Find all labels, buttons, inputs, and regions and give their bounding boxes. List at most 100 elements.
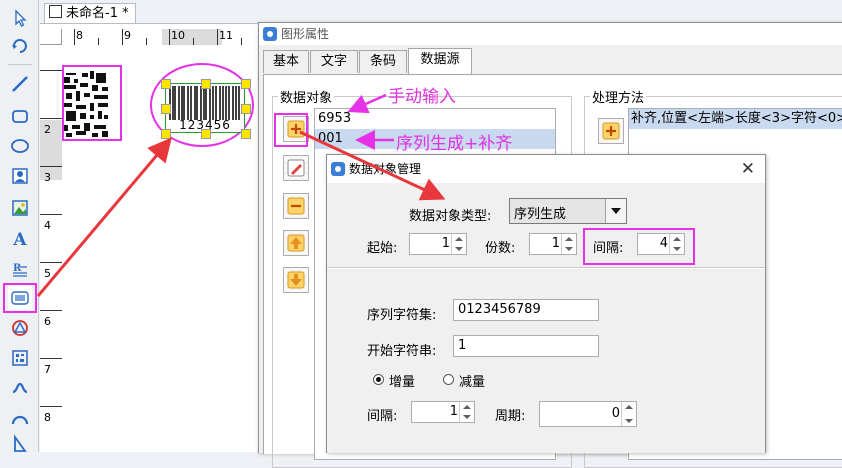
barcode-bars xyxy=(169,86,240,120)
arrow-up-icon xyxy=(287,234,305,252)
charset-label: 序列字符集: xyxy=(367,308,437,323)
vertical-ruler: 2 3 4 5 6 7 8 xyxy=(40,45,63,452)
start-spinner[interactable]: 1 xyxy=(409,233,467,255)
ruler-left-label: 3 xyxy=(44,171,51,184)
ruler-top-label: 11 xyxy=(219,29,233,42)
text-tool-icon[interactable]: A xyxy=(8,228,32,252)
line-tool-icon[interactable] xyxy=(8,72,32,96)
document-icon xyxy=(49,5,62,18)
copies-label: 份数: xyxy=(485,241,516,256)
chevron-down-icon[interactable] xyxy=(605,199,626,223)
selection-handle[interactable] xyxy=(201,129,211,139)
annotation-sequence-pad: 序列生成+补齐 xyxy=(396,134,513,154)
selection-handle[interactable] xyxy=(201,79,211,89)
selection-handle[interactable] xyxy=(241,79,251,89)
add-processing-button[interactable] xyxy=(598,118,624,144)
add-icon xyxy=(602,122,620,140)
ruler-left-label: 6 xyxy=(44,315,51,328)
select-pointer-icon[interactable] xyxy=(8,6,32,30)
qrcode-image xyxy=(64,71,110,137)
charset-input[interactable]: 0123456789 xyxy=(453,299,599,321)
picture-tool-icon[interactable] xyxy=(8,196,32,220)
manager-titlebar: 数据对象管理 ✕ xyxy=(327,155,765,183)
rectangle-tool-icon[interactable] xyxy=(8,104,32,128)
start-string-label: 开始字符串: xyxy=(367,344,437,359)
qrcode-object[interactable] xyxy=(62,65,122,141)
step-value: 1 xyxy=(449,404,458,419)
annotation-manual-input: 手动输入 xyxy=(388,87,456,107)
list-item-selected[interactable]: 补齐,位置<左端>长度<3>字符<0> xyxy=(629,109,842,129)
cycle-label: 周期: xyxy=(495,409,526,424)
start-string-input[interactable]: 1 xyxy=(453,335,599,357)
tab-barcode[interactable]: 条码 xyxy=(359,50,407,73)
add-button-highlight xyxy=(274,113,308,147)
copies-value: 1 xyxy=(551,236,560,251)
start-value: 1 xyxy=(441,236,450,251)
ruler-top-label: 9 xyxy=(124,29,131,42)
label-canvas[interactable]: 123456 xyxy=(62,45,258,452)
ruler-top-label: 10 xyxy=(171,29,185,42)
type-label: 数据对象类型: xyxy=(409,209,492,224)
tab-text[interactable]: 文字 xyxy=(310,50,358,73)
interval-highlight xyxy=(583,228,695,265)
type-dropdown[interactable]: 序列生成 xyxy=(509,198,627,224)
increment-radio[interactable] xyxy=(373,374,384,385)
data-object-manager-dialog: 数据对象管理 ✕ 数据对象类型: 序列生成 起始: 1 份数: 1 间隔: 4 … xyxy=(326,154,766,453)
ruler-left-label: 5 xyxy=(44,267,51,280)
edit-data-object-button[interactable] xyxy=(283,155,309,181)
move-up-button[interactable] xyxy=(283,230,309,256)
delete-data-object-button[interactable] xyxy=(283,193,309,219)
arc-tool-icon[interactable] xyxy=(8,406,32,430)
rich-text-tool-icon[interactable]: R xyxy=(8,258,32,282)
step-spinner[interactable]: 1 xyxy=(411,401,475,423)
step-label: 间隔: xyxy=(367,409,398,424)
edit-icon xyxy=(287,159,305,177)
data-objects-label: 数据对象 xyxy=(278,87,335,106)
qrcode-tool-icon[interactable] xyxy=(8,346,32,370)
selection-handle[interactable] xyxy=(161,129,171,139)
document-tab[interactable]: 未命名-1 * xyxy=(44,3,136,23)
shape-tool-icon[interactable] xyxy=(8,316,32,340)
ruler-left-label: 8 xyxy=(44,411,51,424)
selection-handle[interactable] xyxy=(241,104,251,114)
copies-spinner[interactable]: 1 xyxy=(529,233,577,255)
image-tool-icon[interactable] xyxy=(8,164,32,188)
type-dropdown-value: 序列生成 xyxy=(514,207,567,222)
left-toolbar: A R xyxy=(0,0,39,452)
arrow-down-icon xyxy=(287,271,305,289)
tab-basic[interactable]: 基本 xyxy=(263,50,309,73)
close-icon[interactable]: ✕ xyxy=(741,155,755,183)
properties-dialog-title: 图形属性 xyxy=(281,27,330,41)
app-icon xyxy=(263,27,277,41)
document-tab-title: 未命名-1 * xyxy=(66,6,129,21)
curve-tool-icon[interactable] xyxy=(8,376,32,400)
properties-titlebar: 图形属性 xyxy=(259,23,842,45)
horizontal-ruler: 8 9 10 11 xyxy=(62,29,258,46)
move-down-button[interactable] xyxy=(283,267,309,293)
app-icon xyxy=(331,162,345,176)
properties-tab-bar: 基本 文字 条码 数据源 xyxy=(263,48,842,74)
rotate-tool-icon[interactable] xyxy=(8,34,32,58)
selection-handle[interactable] xyxy=(161,79,171,89)
decrement-label: 减量 xyxy=(459,375,486,390)
selection-handle[interactable] xyxy=(161,104,171,114)
polygon-tool-icon[interactable] xyxy=(8,432,32,456)
processing-label: 处理方法 xyxy=(590,87,647,106)
ruler-left-label: 7 xyxy=(44,363,51,376)
manager-dialog-title: 数据对象管理 xyxy=(349,162,422,176)
increment-label: 增量 xyxy=(389,375,416,390)
ruler-left-label: 2 xyxy=(44,123,51,136)
minus-icon xyxy=(287,197,305,215)
tab-data-source[interactable]: 数据源 xyxy=(408,48,472,74)
ruler-top-label: 8 xyxy=(76,29,83,42)
list-item[interactable]: 6953 xyxy=(315,109,555,129)
cycle-spinner[interactable]: 0 xyxy=(539,401,637,427)
decrement-radio[interactable] xyxy=(443,374,454,385)
ruler-corner xyxy=(40,29,62,45)
selection-handle[interactable] xyxy=(241,129,251,139)
ellipse-tool-icon[interactable] xyxy=(8,134,32,158)
ruler-left-label: 4 xyxy=(44,219,51,232)
start-label: 起始: xyxy=(367,241,398,256)
barcode-object[interactable]: 123456 xyxy=(165,83,245,133)
barcode-tool-highlight xyxy=(3,283,37,313)
